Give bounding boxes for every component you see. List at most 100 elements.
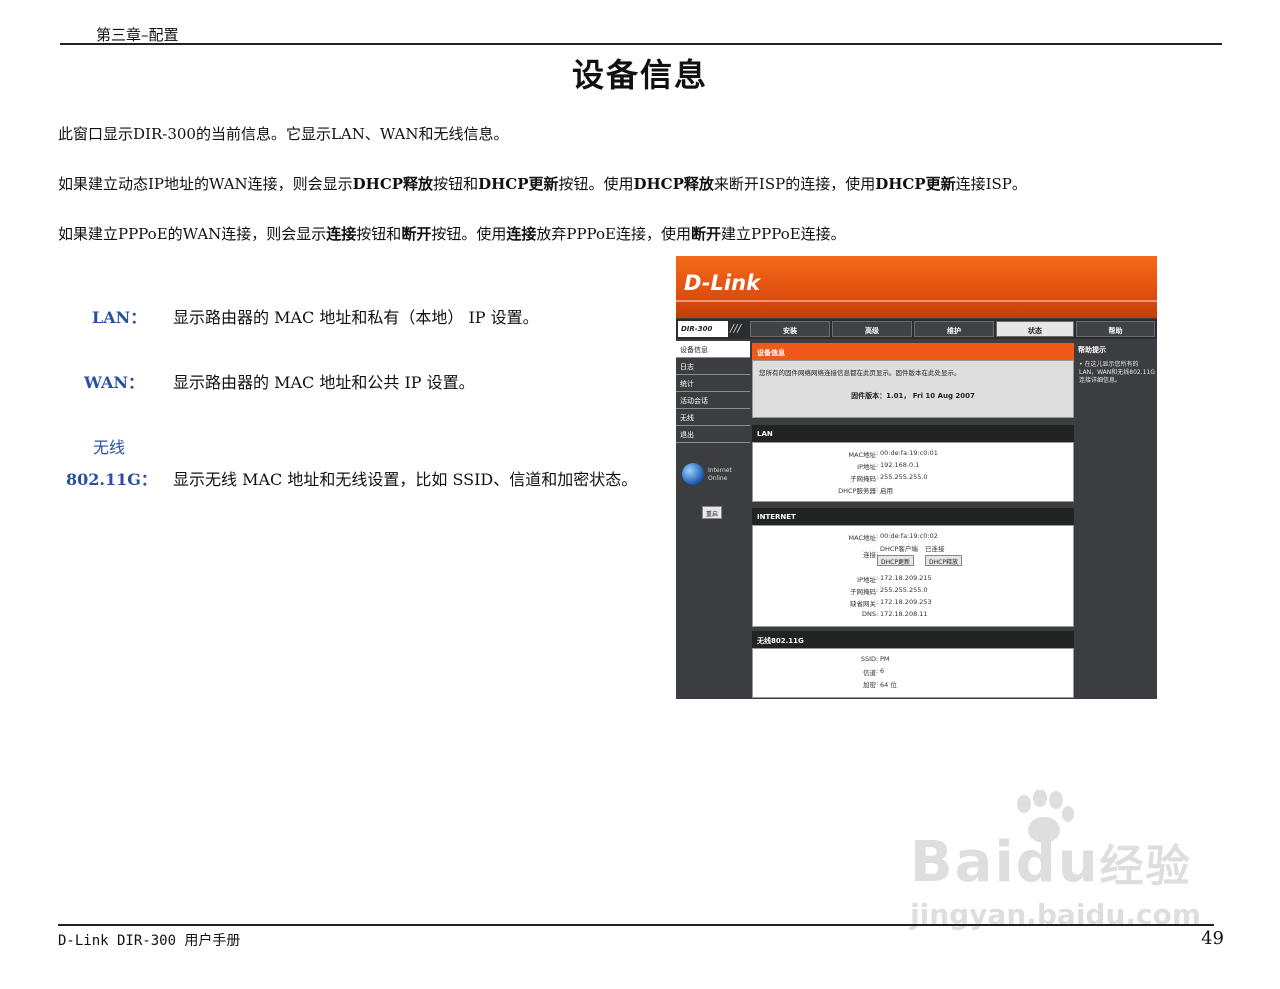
kv-row: SSID: PM (753, 655, 1075, 666)
watermark-brand-part: 经验 (1099, 841, 1192, 892)
lan-section-title: LAN (752, 425, 1074, 442)
def-term-wan: WAN： (84, 373, 144, 392)
kv-key: 信道 (863, 669, 876, 677)
kv-row: MAC地址:00:de:fa:19:c0:02 (753, 532, 1075, 543)
kv-colon: : (876, 485, 879, 493)
kv-value: 已连接 (925, 545, 945, 553)
kv-key: DNS (862, 610, 876, 618)
reboot-button[interactable]: 重启 (702, 506, 722, 519)
text-run: 如果建立动态IP地址的WAN连接，则会显示 (58, 175, 353, 193)
menu-item-sessions[interactable]: 活动会话 (676, 392, 750, 409)
chapter-label: 第三章–配置 (96, 26, 179, 44)
tab-status[interactable]: 状态 (996, 321, 1074, 337)
text-run: 放弃PPPoE连接，使用 (536, 225, 692, 243)
kv-row: 信道:6 (753, 667, 1075, 678)
kv-row: DHCP服务器: 启用 (753, 485, 1075, 496)
def-term-lan: LAN： (92, 308, 147, 327)
kv-value: 172.18.209.253 (880, 598, 932, 606)
kv-row: MAC地址:00:de:fa:19:c0:01 (753, 449, 1075, 460)
kv-key: 加密 (863, 681, 876, 689)
def-desc-lan: 显示路由器的 MAC 地址和私有（本地） IP 设置。 (173, 308, 539, 327)
kv-key: 缺省网关 (850, 600, 876, 608)
menu-item-logout[interactable]: 退出 (676, 426, 750, 443)
text-run: 连接ISP。 (955, 175, 1027, 193)
kv-key: IP地址 (857, 463, 876, 471)
model-slash-decoration: /// (730, 322, 742, 335)
device-info-title: 设备信息 (752, 343, 1074, 360)
kv-key: SSID (860, 655, 876, 663)
kv-colon: : (876, 586, 879, 594)
firmware-version: 固件版本：1.01， Fri 10 Aug 2007 (851, 392, 975, 400)
kv-row: IP地址:172.18.209.215 (753, 574, 1075, 585)
header-rule (60, 43, 1222, 45)
kv-colon: : (876, 574, 879, 582)
kv-value: PM (880, 655, 890, 663)
internet-status-line: Internet (708, 467, 732, 474)
def-term-wireless-line1: 无线 (93, 438, 126, 457)
dlink-logo: D-Link (684, 271, 761, 295)
model-label: DIR-300 (678, 321, 728, 337)
baidu-watermark: Baidu经验 jingyan.baidu.com (900, 790, 1220, 940)
kv-value: 启用 (880, 487, 893, 495)
text-run: 按钮。使用 (431, 225, 507, 243)
menu-item-stats[interactable]: 统计 (676, 375, 750, 392)
kv-key: IP地址 (857, 576, 876, 584)
kv-colon: : (876, 667, 879, 675)
text-run-bold: DHCP释放 (352, 175, 434, 193)
dlink-banner: D-Link (676, 256, 1157, 318)
kv-colon: : (876, 449, 879, 457)
page-number: 49 (1201, 928, 1224, 949)
text-run: 如果建立PPPoE的WAN连接，则会显示 (58, 225, 327, 243)
kv-value: 255.255.255.0 (880, 586, 928, 594)
kv-colon: : (876, 473, 879, 481)
kv-row: DNS:172.18.208.11 (753, 610, 1075, 621)
dhcp-paragraph: 如果建立动态IP地址的WAN连接，则会显示DHCP释放按钮和DHCP更新按钮。使… (58, 173, 1027, 194)
dhcp-renew-button[interactable]: DHCP更新 (877, 555, 914, 566)
text-run: 按钮。使用 (558, 175, 634, 193)
def-desc-wireless: 显示无线 MAC 地址和无线设置，比如 SSID、信道和加密状态。 (173, 470, 638, 489)
watermark-brand-part: Bai (910, 830, 1016, 895)
kv-key: DHCP服务器 (838, 487, 876, 495)
kv-colon: : (876, 610, 879, 618)
kv-row: 加密:64 位 (753, 679, 1075, 690)
menu-item-log[interactable]: 日志 (676, 358, 750, 375)
text-run-bold: DHCP更新 (478, 175, 559, 193)
tab-advanced[interactable]: 高级 (832, 321, 912, 337)
device-info-box: 您所有的固件网络网络连接信息都在此页显示。固件版本在此处显示。 固件版本：1.0… (752, 360, 1074, 418)
page-title: 设备信息 (571, 56, 708, 94)
internet-section: MAC地址:00:de:fa:19:c0:02 连接: DHCP客户端 已连接 D… (752, 525, 1074, 627)
kv-value: 00:de:fa:19:c0:02 (880, 532, 938, 540)
watermark-brand-part: du (1015, 830, 1100, 895)
menu-item-device-info[interactable]: 设备信息 (676, 341, 750, 358)
intro-paragraph: 此窗口显示DIR-300的当前信息。它显示LAN、WAN和无线信息。 (58, 125, 509, 143)
help-text: • 在这儿显示您所有的LAN，WAN和无线802.11G连接详细信息。 (1079, 361, 1155, 384)
kv-colon: : (876, 655, 879, 663)
text-run-bold: 断开 (401, 225, 432, 243)
text-run: 建立PPPoE连接。 (721, 225, 846, 243)
kv-row: 缺省网关:172.18.209.253 (753, 598, 1075, 609)
tab-help[interactable]: 帮助 (1076, 321, 1155, 337)
kv-key: 子网掩码 (850, 588, 876, 596)
kv-key: MAC地址 (848, 534, 876, 542)
def-term-wireless-line2: 802.11G： (66, 470, 157, 489)
def-desc-wan: 显示路由器的 MAC 地址和公共 IP 设置。 (173, 373, 475, 392)
tab-maintenance[interactable]: 维护 (914, 321, 994, 337)
kv-value: 172.18.208.11 (880, 610, 928, 618)
kv-row: 子网掩码:255.255.255.0 (753, 473, 1075, 484)
kv-colon: : (876, 679, 879, 687)
kv-key: MAC地址 (848, 451, 876, 459)
internet-status-line: Online (708, 475, 728, 482)
dhcp-release-button[interactable]: DHCP释放 (925, 555, 962, 566)
pppoe-paragraph: 如果建立PPPoE的WAN连接，则会显示连接按钮和断开按钮。使用连接放弃PPPo… (58, 223, 846, 244)
router-screenshot: D-Link DIR-300 /// 安装 高级 维护 状态 帮助 设备信息 日… (676, 256, 1157, 699)
footer-rule (58, 924, 1214, 926)
menu-item-wireless[interactable]: 无线 (676, 409, 750, 426)
footer-manual-title: D-Link DIR-300 用户手册 (58, 933, 241, 949)
device-info-text: 您所有的固件网络网络连接信息都在此页显示。固件版本在此处显示。 (759, 369, 961, 377)
internet-status: Internet Online (708, 467, 732, 483)
kv-value: 00:de:fa:19:c0:01 (880, 449, 938, 457)
tab-setup[interactable]: 安装 (750, 321, 830, 337)
kv-row: 子网掩码:255.255.255.0 (753, 586, 1075, 597)
kv-value: 6 (880, 667, 885, 675)
help-title: 帮助提示 (1078, 346, 1106, 354)
